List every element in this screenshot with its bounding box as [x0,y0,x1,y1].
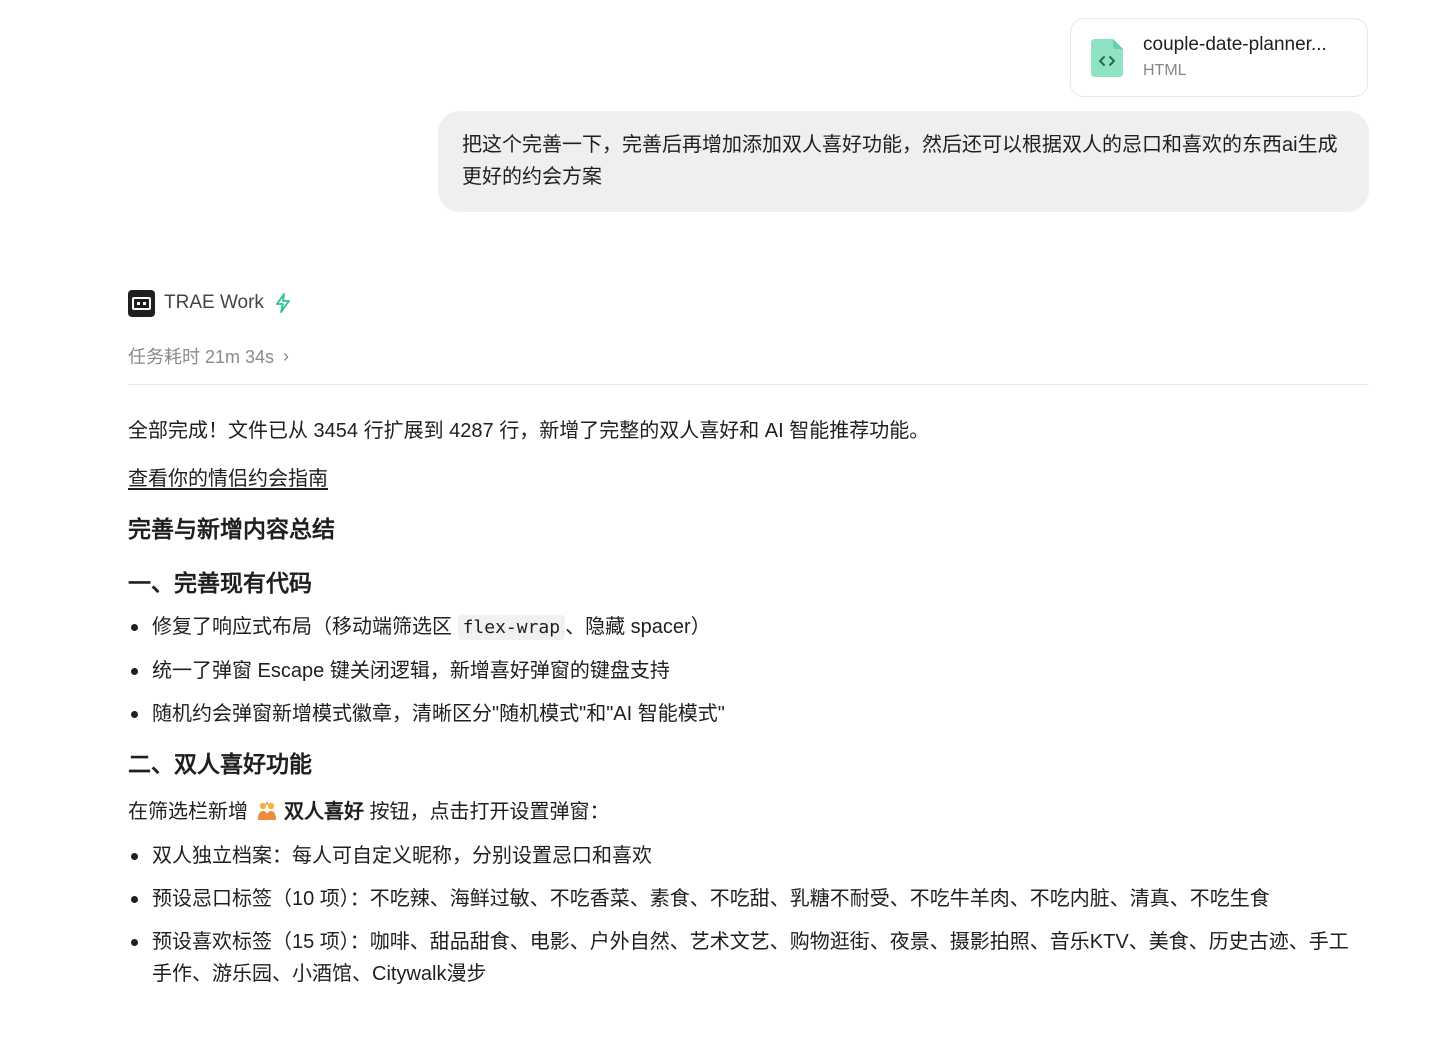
trae-logo-icon [128,289,155,317]
file-attachment-card[interactable]: couple-date-planner... HTML [1070,18,1368,97]
summary-text: 全部完成！文件已从 3454 行扩展到 4287 行，新增了完整的双人喜好和 A… [128,420,930,442]
file-name: couple-date-planner... [1143,33,1327,55]
divider [128,384,1369,385]
task-duration-label: 任务耗时 21m 34s [128,347,275,367]
section1-heading: 一、完善现有代码 [128,570,312,596]
section1-list: 修复了响应式布局（移动端筛选区 flex-wrap 、隐藏 spacer） 统一了… [128,611,1358,730]
section2-heading: 二、双人喜好功能 [128,751,312,777]
list-item: 修复了响应式布局（移动端筛选区 flex-wrap 、隐藏 spacer） [128,611,1358,644]
list-item: 统一了弹窗 Escape 键关闭逻辑，新增喜好弹窗的键盘支持 [128,655,1358,687]
section2-intro: 在筛选栏新增 双人喜好 按钮，点击打开设置弹窗： [128,801,610,823]
summary-heading: 完善与新增内容总结 [128,516,335,542]
bolt-icon [276,293,290,313]
file-meta: couple-date-planner... HTML [1143,33,1327,83]
assistant-name: TRAE Work [164,292,264,313]
assistant-response: 全部完成！文件已从 3454 行扩展到 4287 行，新增了完整的双人喜好和 A… [128,415,1358,1001]
code-file-icon [1091,38,1123,77]
task-duration-toggle[interactable]: 任务耗时 21m 34s › [128,343,289,369]
list-item: 随机约会弹窗新增模式徽章，清晰区分"随机模式"和"AI 智能模式" [128,698,1358,730]
guide-link[interactable]: 查看你的情侣约会指南 [128,463,328,495]
assistant-header: TRAE Work [128,289,292,317]
list-item: 双人独立档案：每人可自定义昵称，分别设置忌口和喜欢 [128,840,1358,872]
list-item: 预设忌口标签（10 项）：不吃辣、海鲜过敏、不吃香菜、素食、不吃甜、乳糖不耐受、… [128,883,1358,915]
bold-label: 双人喜好 [284,801,364,823]
inline-code: flex-wrap [457,615,566,640]
user-message-bubble: 把这个完善一下，完善后再增加添加双人喜好功能，然后还可以根据双人的忌口和喜欢的东… [438,111,1369,212]
list-item: 预设喜欢标签（15 项）：咖啡、甜品甜食、电影、户外自然、艺术文艺、购物逛街、夜… [128,926,1358,990]
couple-emoji-icon [258,802,276,820]
section2-list: 双人独立档案：每人可自定义昵称，分别设置忌口和喜欢 预设忌口标签（10 项）：不… [128,840,1358,990]
chat-page: couple-date-planner... HTML 把这个完善一下，完善后再… [0,0,1444,1039]
file-type: HTML [1143,61,1187,79]
chevron-right-icon: › [283,345,290,366]
